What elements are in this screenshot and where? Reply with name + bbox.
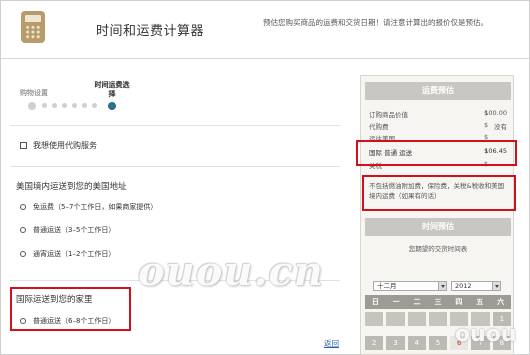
step-dot xyxy=(72,103,77,108)
month-value: 十二月 xyxy=(377,282,397,290)
step-dot xyxy=(52,103,57,108)
proxy-service-checkbox[interactable] xyxy=(20,141,27,149)
header-note: 预估您购买商品的运费和交货日期！请注意计算出的报价仅是预估。 xyxy=(263,18,488,27)
radio-button[interactable] xyxy=(20,227,26,233)
line-label: 订购商品价值 xyxy=(369,111,408,119)
calendar-day xyxy=(428,312,448,326)
weekday: 五 xyxy=(476,298,484,306)
calendar-weekdays: 日 一 二 三 四 五 六 xyxy=(365,295,511,309)
estimate-panel: 运费预估 订购商品价值 $ 100.00 代购费 $ 没有 运往美国 $ 国际 … xyxy=(360,75,514,355)
proxy-service-row[interactable]: 我想使用代购服务 xyxy=(20,139,97,151)
option-label[interactable]: 普通运送（3–5个工作日） xyxy=(33,225,115,235)
divider xyxy=(10,166,340,167)
page-title: 时间和运费计算器 xyxy=(96,24,205,39)
weekday: 日 xyxy=(371,298,379,306)
radio-button[interactable] xyxy=(20,204,26,210)
line-currency: $ xyxy=(484,121,489,129)
step-label-settings[interactable]: 购物设置 xyxy=(20,88,48,98)
delivery-hint: 您期望的交货时间表 xyxy=(408,245,468,253)
line-item-goods: 订购商品价值 $ 100.00 xyxy=(369,109,507,119)
weekday: 三 xyxy=(434,298,442,306)
step-dot xyxy=(82,103,87,108)
divider xyxy=(10,125,340,126)
weekday: 二 xyxy=(413,298,421,306)
calendar-day[interactable]: 3 xyxy=(386,336,405,350)
us-option-free[interactable]: 免运费（5–7个工作日，如果商家提供） xyxy=(20,201,157,213)
step-dot-active xyxy=(108,101,116,110)
weekday: 四 xyxy=(455,298,463,306)
proxy-service-label[interactable]: 我想使用代购服务 xyxy=(33,140,97,151)
intl-highlight-box xyxy=(10,287,131,331)
radio-button[interactable] xyxy=(20,251,26,257)
delivery-title: 时间预估 xyxy=(365,218,511,236)
back-link[interactable]: 返回 xyxy=(324,338,339,349)
year-value: 2012 xyxy=(455,282,472,290)
option-label[interactable]: 免运费（5–7个工作日，如果商家提供） xyxy=(33,202,157,212)
weekday: 六 xyxy=(497,298,505,306)
calendar-day[interactable]: 5 xyxy=(428,336,448,350)
chevron-down-icon[interactable] xyxy=(492,282,500,290)
option-label[interactable]: 通宵运送（1–2个工作日） xyxy=(33,249,115,259)
calendar-day xyxy=(386,312,405,326)
calculator-icon xyxy=(21,11,45,43)
step-progress: 购物设置 时间运费选择 xyxy=(20,80,150,120)
line-amount: 没有 xyxy=(494,123,507,131)
step-dot xyxy=(62,103,67,108)
line-amount: 100.00 xyxy=(484,109,507,117)
step-dot xyxy=(92,103,97,108)
chevron-down-icon[interactable] xyxy=(438,282,446,290)
line-item-proxy-fee: 代购费 $ 没有 xyxy=(369,121,507,131)
watermark: ouou.cn xyxy=(138,248,324,295)
calendar-day xyxy=(365,312,384,326)
weekday: 一 xyxy=(392,298,400,306)
step-dot[interactable] xyxy=(28,101,36,110)
us-shipping-title: 美国境内运送到您的美国地址 xyxy=(16,182,127,192)
us-option-standard[interactable]: 普通运送（3–5个工作日） xyxy=(20,224,115,236)
calendar-day[interactable]: 2 xyxy=(365,336,384,350)
step-label-shipping: 时间运费选择 xyxy=(94,81,130,98)
line-label: 代购费 xyxy=(369,123,389,131)
step-dot xyxy=(42,103,47,108)
us-option-overnight[interactable]: 通宵运送（1–2个工作日） xyxy=(20,248,115,260)
header: 时间和运费计算器 预估您购买商品的运费和交货日期！请注意计算出的报价仅是预估。 xyxy=(1,1,529,59)
calendar-day xyxy=(407,312,426,326)
year-select[interactable]: 2012 xyxy=(451,281,501,291)
month-select[interactable]: 十二月 xyxy=(373,281,447,291)
estimate-title: 运费预估 xyxy=(365,82,511,100)
watermark-small: ouou xyxy=(455,322,517,347)
calendar-day[interactable]: 4 xyxy=(407,336,426,350)
note-highlight-box xyxy=(362,175,516,211)
intl-cost-highlight-box xyxy=(356,140,517,166)
step-dots xyxy=(28,101,128,110)
